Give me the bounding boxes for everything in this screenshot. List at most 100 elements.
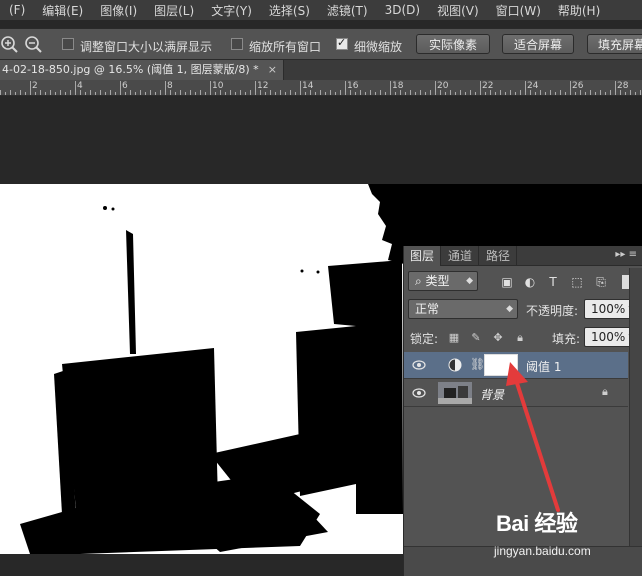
menu-item[interactable]: 窗口(W): [487, 2, 549, 19]
lock-position-icon[interactable]: ✥: [491, 331, 505, 345]
ruler-tick: [385, 92, 386, 95]
close-tab-icon[interactable]: ×: [268, 60, 277, 80]
ruler-tick: [450, 90, 451, 95]
ruler-tick: [500, 90, 501, 95]
ruler-tick: [200, 90, 201, 95]
ruler-tick: [300, 81, 301, 95]
ruler-tick: [25, 92, 26, 95]
ruler-tick: [285, 92, 286, 95]
lock-image-icon[interactable]: ✎: [469, 331, 483, 345]
fill-screen-button[interactable]: 填充屏幕: [587, 34, 642, 54]
ruler-tick: [140, 90, 141, 95]
fit-screen-button[interactable]: 适合屏幕: [502, 34, 574, 54]
filter-pixel-icon[interactable]: ▣: [500, 275, 514, 289]
adjustment-layer-icon: [448, 358, 462, 372]
zoom-out-icon[interactable]: [24, 35, 42, 53]
tab-channels[interactable]: 通道: [442, 246, 480, 266]
lock-label: 锁定:: [410, 332, 439, 346]
ruler-tick: [550, 90, 551, 95]
lock-all-icon[interactable]: 🔒︎: [513, 331, 527, 345]
ruler-tick: [205, 92, 206, 95]
ruler-tick: [410, 90, 411, 95]
ruler-tick: [640, 90, 641, 95]
menu-item[interactable]: 视图(V): [428, 2, 487, 19]
filter-type-icon[interactable]: T: [546, 275, 560, 289]
ruler-tick: [545, 92, 546, 95]
actual-pixels-button[interactable]: 实际像素: [416, 34, 490, 54]
ruler-tick: [505, 92, 506, 95]
scrubby-zoom-checkbox[interactable]: [336, 36, 348, 50]
ruler-tick: [380, 90, 381, 95]
ruler-tick: [260, 90, 261, 95]
ruler-tick: [520, 90, 521, 95]
ruler-tick: [185, 92, 186, 95]
ruler-tick: [275, 92, 276, 95]
filter-kind-dropdown[interactable]: ⌕ 类型 ◆: [408, 271, 478, 291]
ruler-tick: [280, 90, 281, 95]
ruler-tick: [60, 90, 61, 95]
menu-item[interactable]: 选择(S): [260, 2, 318, 19]
document-tab-title: 4-02-18-850.jpg @ 16.5% (阈值 1, 图层蒙版/8) *: [2, 63, 259, 76]
ruler-tick: [30, 81, 31, 95]
menu-item[interactable]: 文字(Y): [202, 2, 260, 19]
filter-shape-icon[interactable]: ⬚: [570, 275, 584, 289]
menu-item[interactable]: 帮助(H): [549, 2, 608, 19]
panel-menu-icon[interactable]: ▸▸ ≡: [615, 249, 637, 260]
ruler-tick: [265, 92, 266, 95]
horizontal-ruler: 2 4 6 8 10 12 14 16 18 20 22 24 26 28: [0, 80, 642, 96]
ruler-tick: [0, 90, 1, 95]
visibility-eye-icon[interactable]: [412, 359, 426, 371]
ruler-tick: [40, 90, 41, 95]
opacity-value: 100%: [591, 302, 626, 316]
zoom-in-icon[interactable]: [0, 35, 18, 53]
filter-smart-object-icon[interactable]: ⎘: [594, 275, 608, 289]
fill-label: 填充:: [552, 332, 581, 346]
ruler-tick: [155, 92, 156, 95]
filter-kind-value: 类型: [425, 274, 450, 288]
ruler-tick: [635, 92, 636, 95]
ruler-tick: [225, 92, 226, 95]
menu-item[interactable]: 3D(D): [376, 3, 428, 17]
link-icon[interactable]: ⛓︎: [470, 357, 485, 371]
ruler-tick: [560, 90, 561, 95]
resize-windows-checkbox[interactable]: [62, 38, 74, 50]
chevron-down-icon: ◆: [506, 304, 513, 314]
layers-panel-tabs: 图层 通道 路径 ▸▸ ≡: [404, 246, 642, 266]
document-tab-bar: 4-02-18-850.jpg @ 16.5% (阈值 1, 图层蒙版/8) *…: [0, 60, 642, 80]
ruler-tick: [420, 90, 421, 95]
ruler-tick: [515, 92, 516, 95]
ruler-tick: [115, 92, 116, 95]
ruler-tick: [85, 92, 86, 95]
menu-item[interactable]: (F): [0, 3, 33, 17]
layer-lock-icon: 🔒︎: [602, 385, 608, 398]
menu-item[interactable]: 滤镜(T): [318, 2, 376, 19]
ruler-tick: [440, 90, 441, 95]
menu-item[interactable]: 编辑(E): [33, 2, 91, 19]
menu-item[interactable]: 图像(I): [91, 2, 145, 19]
ruler-tick: [105, 92, 106, 95]
zoom-all-windows-checkbox[interactable]: [231, 38, 243, 50]
visibility-eye-icon[interactable]: [412, 387, 426, 399]
resize-windows-label: 调整窗口大小以满屏显示: [80, 40, 213, 54]
tab-paths[interactable]: 路径: [480, 246, 518, 266]
blend-mode-dropdown[interactable]: 正常 ◆: [408, 299, 518, 319]
ruler-tick: [405, 92, 406, 95]
ruler-label: 26: [572, 81, 584, 91]
ruler-tick: [145, 92, 146, 95]
menu-item[interactable]: 图层(L): [145, 2, 202, 19]
ruler-tick: [570, 81, 571, 95]
ruler-tick: [625, 92, 626, 95]
ruler-label: 22: [482, 81, 494, 91]
ruler-tick: [455, 92, 456, 95]
ruler-tick: [430, 90, 431, 95]
document-tab[interactable]: 4-02-18-850.jpg @ 16.5% (阈值 1, 图层蒙版/8) *…: [0, 60, 284, 80]
ruler-tick: [230, 90, 231, 95]
ruler-tick: [190, 90, 191, 95]
lock-transparent-icon[interactable]: ▦: [447, 331, 461, 345]
ruler-tick: [535, 92, 536, 95]
ruler-tick: [320, 90, 321, 95]
tab-layers[interactable]: 图层: [404, 246, 442, 266]
options-bar: 调整窗口大小以满屏显示 缩放所有窗口 细微缩放 实际像素 适合屏幕 填充屏幕: [0, 28, 642, 60]
filter-adjustment-icon[interactable]: ◐: [523, 275, 537, 289]
ruler-tick: [390, 81, 391, 95]
